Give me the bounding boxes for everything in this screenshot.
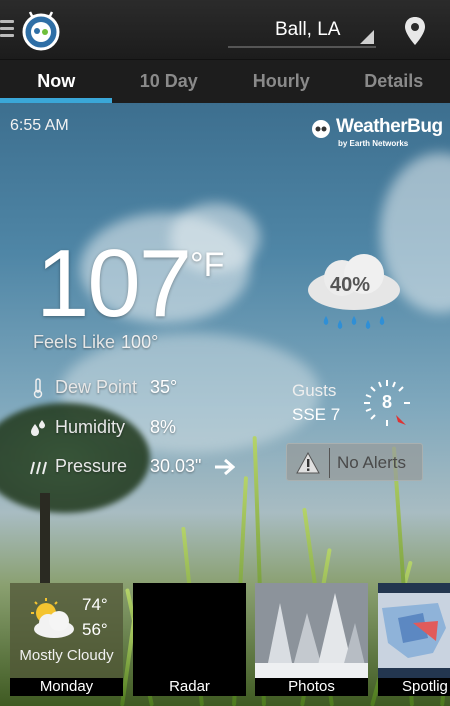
- partly-cloudy-icon: [31, 598, 74, 638]
- radar-card[interactable]: Radar: [133, 583, 246, 696]
- radar-label: Radar: [133, 678, 246, 696]
- humidity-label: Humidity: [55, 417, 126, 437]
- feels-like: Feels Like 100°: [33, 332, 158, 353]
- weatherbug-logo-icon[interactable]: [20, 10, 62, 52]
- spotlight-card[interactable]: Spotlig: [378, 583, 450, 696]
- humidity-value: 8%: [150, 417, 177, 437]
- spotlight-label: Spotlig: [378, 678, 450, 696]
- divider: [329, 448, 330, 478]
- dew-point-label: Dew Point: [55, 377, 138, 397]
- tab-now[interactable]: Now: [0, 60, 113, 103]
- tab-details[interactable]: Details: [338, 60, 450, 103]
- forecast-day-label: Monday: [10, 678, 123, 696]
- wind-speed-value: 8: [381, 392, 392, 412]
- thermometer-icon: [33, 378, 43, 399]
- gusts-label: Gusts: [292, 381, 337, 400]
- dew-point-value: 35°: [150, 377, 178, 397]
- feels-like-label: Feels Like: [33, 332, 116, 352]
- brand-subtitle: by Earth Networks: [338, 139, 409, 148]
- location-name: Ball, LA: [275, 19, 341, 40]
- forecast-card-monday[interactable]: 74° 56° Mostly Cloudy Monday: [10, 583, 123, 696]
- current-temperature: 107: [36, 230, 192, 337]
- alerts-label: No Alerts: [337, 453, 406, 472]
- pressure-icon: [30, 461, 47, 475]
- feels-like-value: 100°: [121, 332, 159, 352]
- wind-dial-icon: 8: [362, 378, 412, 428]
- chevron-down-icon: [360, 30, 374, 44]
- photos-label: Photos: [255, 678, 368, 696]
- pressure-label: Pressure: [55, 456, 128, 476]
- location-dropdown[interactable]: Ball, LA: [228, 14, 376, 48]
- arrow-right-icon: [215, 458, 235, 476]
- menu-icon[interactable]: [0, 20, 14, 38]
- warning-icon: [296, 452, 320, 474]
- weather-map-image: [378, 583, 450, 678]
- brand-name: WeatherBug: [336, 116, 443, 137]
- weatherbug-bug-icon: [312, 120, 330, 138]
- forecast-high: 74°: [82, 595, 108, 614]
- photos-card[interactable]: Photos: [255, 583, 368, 696]
- forecast-description: Mostly Cloudy: [19, 647, 114, 664]
- precip-chance-value: 40%: [330, 274, 371, 296]
- location-pin-icon[interactable]: [403, 16, 427, 46]
- tab-bar: Now 10 Day Hourly Details: [0, 60, 450, 103]
- weatherbug-brand[interactable]: WeatherBug by Earth Networks: [308, 114, 444, 154]
- top-bar: Ball, LA: [0, 0, 450, 60]
- droplets-icon: [31, 420, 45, 436]
- tab-hourly[interactable]: Hourly: [225, 60, 338, 103]
- tab-10-day[interactable]: 10 Day: [113, 60, 226, 103]
- snowy-trees-image: [255, 583, 368, 678]
- gusts-value: SSE 7: [292, 405, 341, 424]
- pressure-value: 30.03": [150, 456, 202, 476]
- alerts-button[interactable]: No Alerts: [286, 443, 423, 481]
- observation-time: 6:55 AM: [10, 117, 69, 134]
- precipitation-chance: 40%: [304, 248, 404, 338]
- forecast-low: 56°: [82, 620, 108, 639]
- temperature-unit: °F: [190, 246, 225, 284]
